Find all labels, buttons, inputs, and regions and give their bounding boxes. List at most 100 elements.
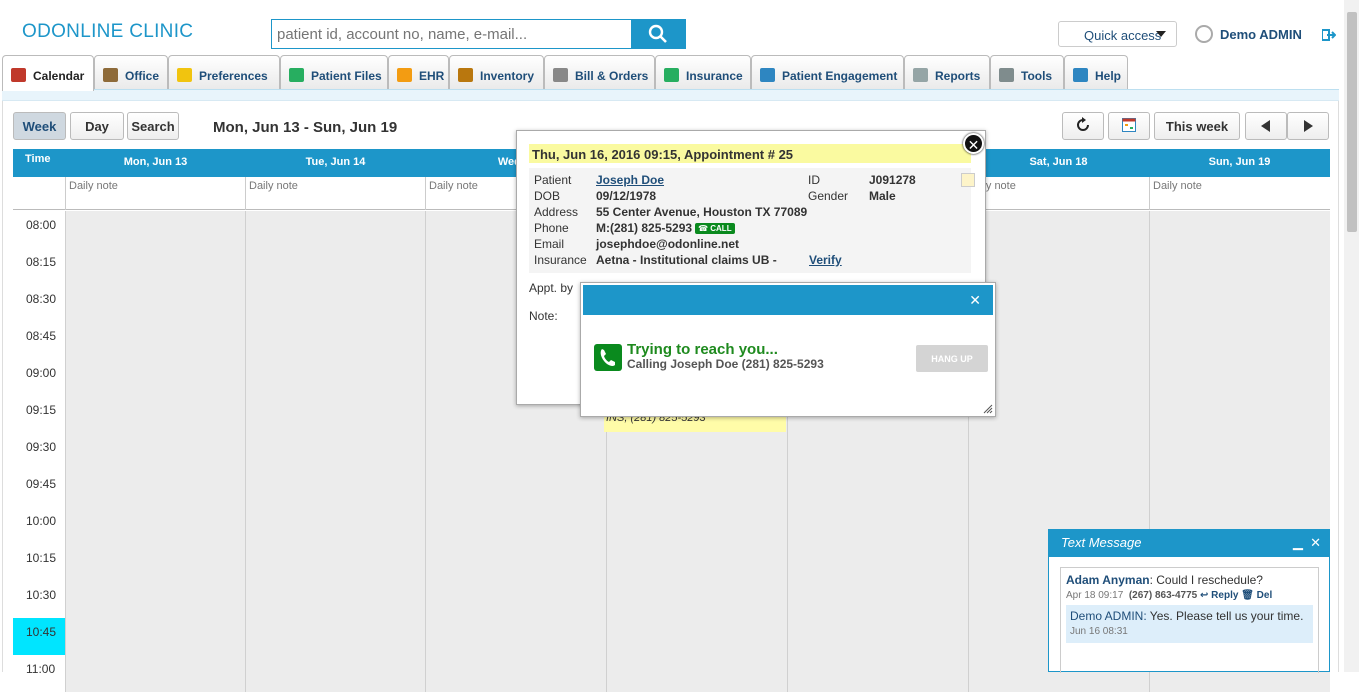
- time-slot[interactable]: [65, 618, 246, 655]
- search-appointments-button[interactable]: Search: [127, 112, 179, 140]
- time-slot[interactable]: [425, 544, 606, 581]
- verify-link[interactable]: Verify: [809, 253, 842, 267]
- this-week-button[interactable]: This week: [1154, 112, 1240, 140]
- time-slot[interactable]: [65, 211, 246, 248]
- page-scrollbar[interactable]: [1344, 0, 1359, 672]
- tab-office[interactable]: Office: [94, 55, 168, 89]
- time-slot[interactable]: [968, 248, 1149, 285]
- time-slot[interactable]: [245, 359, 426, 396]
- time-slot[interactable]: [245, 433, 426, 470]
- time-slot[interactable]: [425, 581, 606, 618]
- time-slot[interactable]: [245, 618, 426, 655]
- time-slot[interactable]: [787, 507, 968, 544]
- tab-calendar[interactable]: Calendar: [2, 55, 94, 91]
- call-button[interactable]: ☎ CALL: [695, 223, 735, 235]
- search-input[interactable]: [272, 20, 632, 48]
- time-slot[interactable]: [606, 618, 787, 655]
- time-slot[interactable]: [1149, 322, 1330, 359]
- search-button[interactable]: [631, 20, 685, 48]
- time-slot[interactable]: [245, 544, 426, 581]
- tab-inventory[interactable]: Inventory: [449, 55, 544, 89]
- close-popup-button[interactable]: ✕: [963, 133, 984, 154]
- resize-grip-icon[interactable]: [983, 404, 993, 414]
- time-slot[interactable]: [245, 248, 426, 285]
- logout-icon[interactable]: [1322, 29, 1336, 41]
- time-slot[interactable]: [425, 618, 606, 655]
- quick-access-dropdown[interactable]: Quick access: [1058, 21, 1177, 47]
- tab-bill-orders[interactable]: Bill & Orders: [544, 55, 655, 89]
- time-slot[interactable]: [606, 507, 787, 544]
- time-slot[interactable]: [65, 396, 246, 433]
- time-slot[interactable]: [1149, 433, 1330, 470]
- time-slot[interactable]: [65, 359, 246, 396]
- reply-link[interactable]: ↩ Reply: [1200, 590, 1238, 601]
- time-slot[interactable]: [1149, 285, 1330, 322]
- time-slot[interactable]: [1149, 248, 1330, 285]
- time-slot[interactable]: [1149, 470, 1330, 507]
- tab-reports[interactable]: Reports: [904, 55, 990, 89]
- patient-link[interactable]: Joseph Doe: [596, 173, 664, 187]
- time-slot[interactable]: [606, 581, 787, 618]
- print-calendar-button[interactable]: [1108, 112, 1150, 140]
- refresh-button[interactable]: [1062, 112, 1104, 140]
- time-slot[interactable]: [787, 544, 968, 581]
- day-button[interactable]: Day: [70, 112, 124, 140]
- minimize-icon[interactable]: ▁: [1293, 535, 1303, 550]
- time-slot[interactable]: [968, 433, 1149, 470]
- daily-note-field[interactable]: Daily note: [245, 177, 426, 210]
- tab-patient-engagement[interactable]: Patient Engagement: [751, 55, 904, 89]
- time-slot[interactable]: [425, 655, 606, 692]
- time-slot[interactable]: [425, 507, 606, 544]
- daily-note-field[interactable]: Daily note: [65, 177, 246, 210]
- time-slot[interactable]: [65, 655, 246, 692]
- time-slot[interactable]: [65, 470, 246, 507]
- edit-icon[interactable]: [961, 173, 975, 187]
- time-slot[interactable]: [1149, 396, 1330, 433]
- time-slot[interactable]: [245, 581, 426, 618]
- time-slot[interactable]: [968, 470, 1149, 507]
- time-slot[interactable]: [606, 544, 787, 581]
- prev-week-button[interactable]: [1245, 112, 1287, 140]
- scrollbar-thumb[interactable]: [1347, 12, 1357, 232]
- time-slot[interactable]: [245, 396, 426, 433]
- app-logo[interactable]: ODONLINE CLINIC: [22, 21, 193, 43]
- daily-note-field[interactable]: ily note: [968, 177, 1149, 210]
- time-slot[interactable]: [245, 470, 426, 507]
- message-sender[interactable]: Adam Anyman: [1066, 573, 1150, 587]
- time-slot[interactable]: [245, 507, 426, 544]
- time-slot[interactable]: [65, 581, 246, 618]
- tab-tools[interactable]: Tools: [990, 55, 1064, 89]
- delete-link[interactable]: 🗑 Del: [1241, 590, 1272, 601]
- time-slot[interactable]: [425, 433, 606, 470]
- time-slot[interactable]: [606, 655, 787, 692]
- time-slot[interactable]: [425, 470, 606, 507]
- next-week-button[interactable]: [1287, 112, 1329, 140]
- time-slot[interactable]: [65, 507, 246, 544]
- tab-patient-files[interactable]: Patient Files: [280, 55, 388, 89]
- time-slot[interactable]: [787, 433, 968, 470]
- user-menu[interactable]: Demo ADMIN: [1195, 25, 1302, 43]
- time-slot[interactable]: [787, 618, 968, 655]
- tab-ehr[interactable]: EHR: [388, 55, 449, 89]
- time-slot[interactable]: [787, 581, 968, 618]
- time-slot[interactable]: [968, 211, 1149, 248]
- hang-up-button[interactable]: HANG UP: [916, 345, 988, 372]
- time-slot[interactable]: [65, 248, 246, 285]
- time-slot[interactable]: [65, 285, 246, 322]
- time-slot[interactable]: [65, 433, 246, 470]
- time-slot[interactable]: [787, 470, 968, 507]
- week-button[interactable]: Week: [13, 112, 66, 140]
- time-slot[interactable]: [606, 433, 787, 470]
- time-slot[interactable]: [245, 211, 426, 248]
- time-slot[interactable]: [787, 655, 968, 692]
- time-slot[interactable]: [606, 470, 787, 507]
- tab-help[interactable]: Help: [1064, 55, 1128, 89]
- time-slot[interactable]: [1149, 211, 1330, 248]
- time-slot[interactable]: [65, 322, 246, 359]
- close-icon[interactable]: ✕: [1310, 535, 1321, 550]
- time-slot[interactable]: [245, 322, 426, 359]
- time-slot[interactable]: [65, 544, 246, 581]
- tab-insurance[interactable]: Insurance: [655, 55, 751, 89]
- daily-note-field[interactable]: Daily note: [1149, 177, 1330, 210]
- time-slot[interactable]: [245, 285, 426, 322]
